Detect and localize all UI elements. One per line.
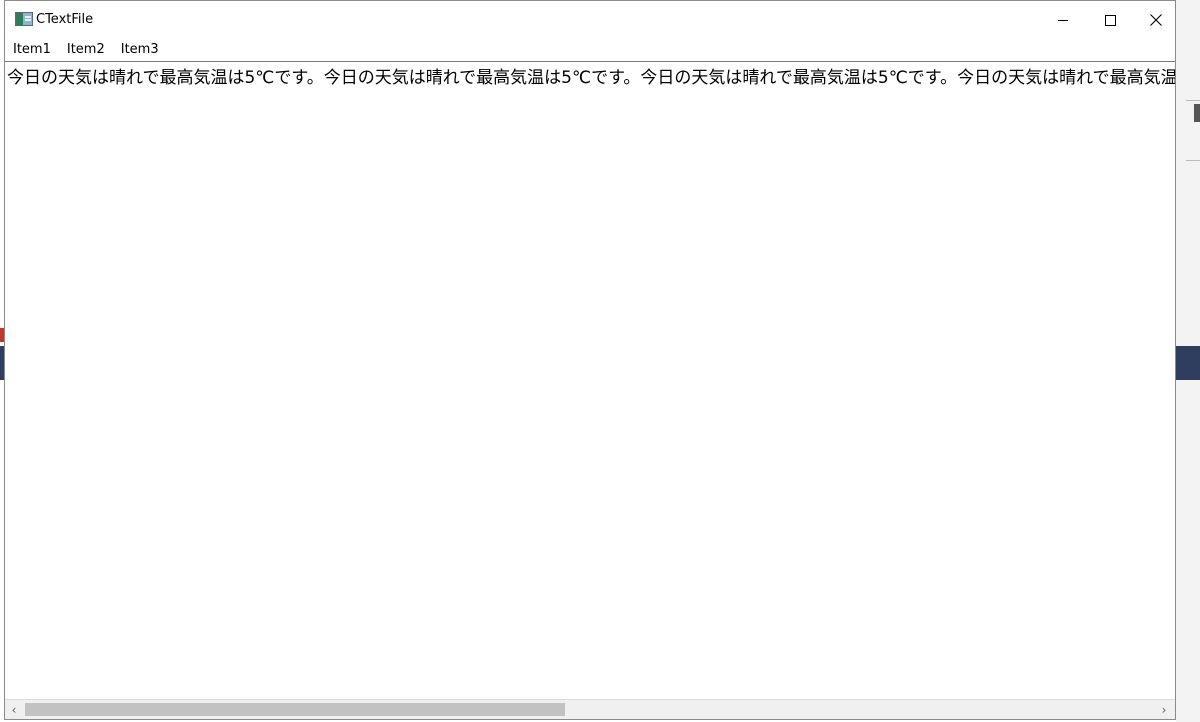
close-button[interactable] xyxy=(1133,1,1179,39)
title-bar[interactable]: CTextFile xyxy=(5,1,1175,39)
window-title: CTextFile xyxy=(36,12,94,27)
close-icon xyxy=(1150,14,1162,26)
scroll-right-button[interactable]: › xyxy=(1155,700,1173,719)
maximize-button[interactable] xyxy=(1087,1,1133,39)
horizontal-scrollbar[interactable]: ‹ › xyxy=(5,699,1175,719)
background-mark xyxy=(1194,104,1200,122)
menu-item-2[interactable]: Item2 xyxy=(59,39,113,61)
maximize-icon xyxy=(1104,14,1116,26)
minimize-button[interactable] xyxy=(1040,1,1086,39)
background-desktop xyxy=(1176,0,1200,722)
app-window: CTextFile Item1 Item2 Item3 今日の天気は晴れで最高気… xyxy=(4,0,1176,720)
background-band xyxy=(1176,346,1200,380)
background-line xyxy=(1186,100,1200,101)
chevron-left-icon: ‹ xyxy=(11,702,17,717)
scrollbar-thumb[interactable] xyxy=(25,703,565,716)
document-text: 今日の天気は晴れで最高気温は5℃です。今日の天気は晴れで最高気温は5℃です。今日… xyxy=(7,68,1175,88)
scroll-left-button[interactable]: ‹ xyxy=(5,700,23,719)
background-line xyxy=(1186,160,1200,161)
menu-item-1[interactable]: Item1 xyxy=(5,39,59,61)
menu-bar: Item1 Item2 Item3 xyxy=(5,39,1175,61)
menu-item-3[interactable]: Item3 xyxy=(113,39,167,61)
chevron-right-icon: › xyxy=(1161,702,1167,717)
text-view[interactable]: 今日の天気は晴れで最高気温は5℃です。今日の天気は晴れで最高気温は5℃です。今日… xyxy=(5,61,1175,699)
app-window-icon[interactable] xyxy=(15,12,33,26)
minimize-icon xyxy=(1058,19,1068,21)
